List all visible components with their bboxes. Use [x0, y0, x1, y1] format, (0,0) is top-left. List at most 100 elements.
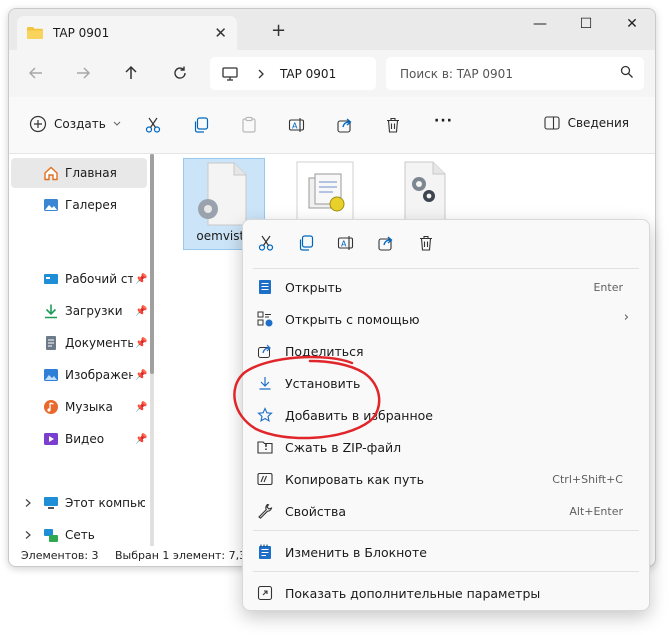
sidebar-item-label: Изображения	[65, 368, 133, 382]
navigation-pane: Главная Галерея Рабочий стол 📌 Загрузки …	[9, 154, 150, 546]
close-window-button[interactable]: ✕	[609, 9, 655, 39]
folder-icon	[27, 27, 43, 39]
sidebar-item-videos[interactable]: Видео 📌	[11, 424, 147, 454]
up-arrow-icon[interactable]	[121, 63, 141, 83]
back-arrow-icon[interactable]	[26, 63, 46, 83]
wrench-icon	[258, 503, 273, 519]
delete-icon[interactable]	[384, 116, 402, 134]
network-icon	[44, 529, 58, 542]
system-file-icon	[404, 161, 446, 225]
maximize-button[interactable]: ☐	[563, 9, 609, 39]
search-box[interactable]: Поиск в: TAP 0901	[386, 57, 644, 90]
menu-item-shortcut: Alt+Enter	[569, 505, 623, 518]
sidebar-item-label: Галерея	[65, 198, 117, 212]
tab-close-icon[interactable]: ✕	[214, 24, 227, 42]
gallery-icon	[44, 199, 58, 211]
rename-icon[interactable]: A	[337, 234, 355, 252]
sidebar-item-label: Сеть	[65, 528, 95, 542]
menu-item-edit-notepad[interactable]: Изменить в Блокноте	[247, 536, 645, 568]
tab-tap0901[interactable]: TAP 0901 ✕	[17, 16, 237, 50]
menu-item-label: Сжать в ZIP-файл	[285, 440, 402, 455]
sidebar-item-documents[interactable]: Документы 📌	[11, 328, 147, 358]
pin-icon[interactable]: 📌	[135, 338, 147, 349]
menu-separator	[253, 530, 639, 531]
pin-icon[interactable]: 📌	[135, 402, 147, 413]
open-icon	[259, 280, 271, 294]
menu-item-properties[interactable]: Свойства Alt+Enter	[247, 495, 645, 527]
zip-folder-icon	[257, 441, 273, 454]
copy-icon[interactable]	[297, 234, 315, 252]
menu-item-copy-path[interactable]: Копировать как путь Ctrl+Shift+C	[247, 463, 645, 495]
menu-item-open[interactable]: Открыть Enter	[247, 271, 645, 303]
highlight-ellipse	[233, 355, 381, 440]
sidebar-item-gallery[interactable]: Галерея	[11, 190, 147, 220]
pin-icon[interactable]: 📌	[135, 370, 147, 381]
pictures-icon	[44, 369, 58, 381]
sidebar-scrollbar[interactable]	[150, 154, 154, 546]
address-path: TAP 0901	[280, 66, 337, 81]
pin-icon[interactable]: 📌	[135, 274, 147, 285]
sidebar-item-label: Рабочий стол	[65, 272, 133, 286]
cut-icon[interactable]	[144, 116, 162, 134]
new-tab-icon[interactable]: +	[271, 20, 286, 41]
command-bar: Создать A ··· Сведения	[9, 97, 655, 154]
chevron-down-icon	[113, 121, 121, 126]
item-count: Элементов: 3	[21, 549, 99, 562]
chevron-right-icon[interactable]	[256, 68, 266, 80]
tab-title: TAP 0901	[53, 26, 110, 40]
details-button[interactable]: Сведения	[544, 116, 629, 130]
sidebar-item-label: Главная	[65, 166, 117, 180]
menu-item-label: Копировать как путь	[285, 472, 425, 487]
refresh-icon[interactable]	[170, 63, 190, 83]
delete-icon[interactable]	[417, 234, 435, 252]
menu-item-more-options[interactable]: Показать дополнительные параметры	[247, 577, 645, 609]
open-with-icon	[257, 311, 273, 327]
expand-chevron-icon[interactable]	[23, 530, 33, 540]
expand-chevron-icon[interactable]	[23, 498, 33, 508]
menu-item-shortcut: Enter	[593, 281, 623, 294]
scrollbar-thumb[interactable]	[150, 154, 154, 374]
menu-item-label: Открыть	[285, 280, 343, 295]
share-icon[interactable]	[377, 234, 395, 252]
menu-separator	[253, 268, 639, 269]
minimize-button[interactable]: —	[517, 9, 563, 39]
cut-icon[interactable]	[257, 234, 275, 252]
search-placeholder: Поиск в: TAP 0901	[400, 66, 513, 81]
share-icon[interactable]	[336, 116, 354, 134]
sidebar-item-this-pc[interactable]: Этот компьютер	[11, 488, 147, 518]
navigation-bar: TAP 0901 Поиск в: TAP 0901	[9, 50, 655, 97]
submenu-arrow-icon: ›	[623, 310, 629, 325]
selection-info: Выбран 1 элемент: 7,35	[115, 549, 254, 562]
copy-path-icon	[257, 472, 273, 486]
context-quick-actions: A	[243, 220, 649, 266]
copy-icon[interactable]	[192, 116, 210, 134]
create-button[interactable]: Создать	[29, 115, 122, 133]
svg-text:A: A	[341, 240, 347, 249]
notepad-icon	[259, 544, 271, 559]
sidebar-item-home[interactable]: Главная	[11, 158, 147, 188]
sidebar-item-label: Этот компьютер	[65, 496, 145, 510]
address-bar[interactable]: TAP 0901	[210, 57, 376, 90]
forward-arrow-icon[interactable]	[73, 63, 93, 83]
search-icon	[620, 65, 633, 78]
pin-icon[interactable]: 📌	[135, 434, 147, 445]
create-label: Создать	[54, 117, 106, 131]
sidebar-item-music[interactable]: Музыка 📌	[11, 392, 147, 422]
sidebar-item-desktop[interactable]: Рабочий стол 📌	[11, 264, 147, 294]
more-options-icon[interactable]: ···	[434, 113, 452, 131]
details-pane-icon	[544, 116, 560, 130]
desktop-icon	[44, 274, 58, 284]
sidebar-item-label: Загрузки	[65, 304, 123, 318]
more-options-icon	[257, 585, 273, 601]
monitor-icon	[222, 66, 238, 81]
menu-item-open-with[interactable]: Открыть с помощью ›	[247, 303, 645, 335]
sidebar-item-pictures[interactable]: Изображения 📌	[11, 360, 147, 390]
sidebar-item-label: Видео	[65, 432, 105, 446]
sidebar-item-downloads[interactable]: Загрузки 📌	[11, 296, 147, 326]
catalog-file-icon	[296, 161, 354, 225]
pin-icon[interactable]: 📌	[135, 306, 147, 317]
paste-icon	[242, 116, 256, 133]
rename-icon[interactable]: A	[288, 116, 306, 134]
plus-circle-icon	[29, 115, 47, 133]
video-icon	[44, 433, 58, 445]
